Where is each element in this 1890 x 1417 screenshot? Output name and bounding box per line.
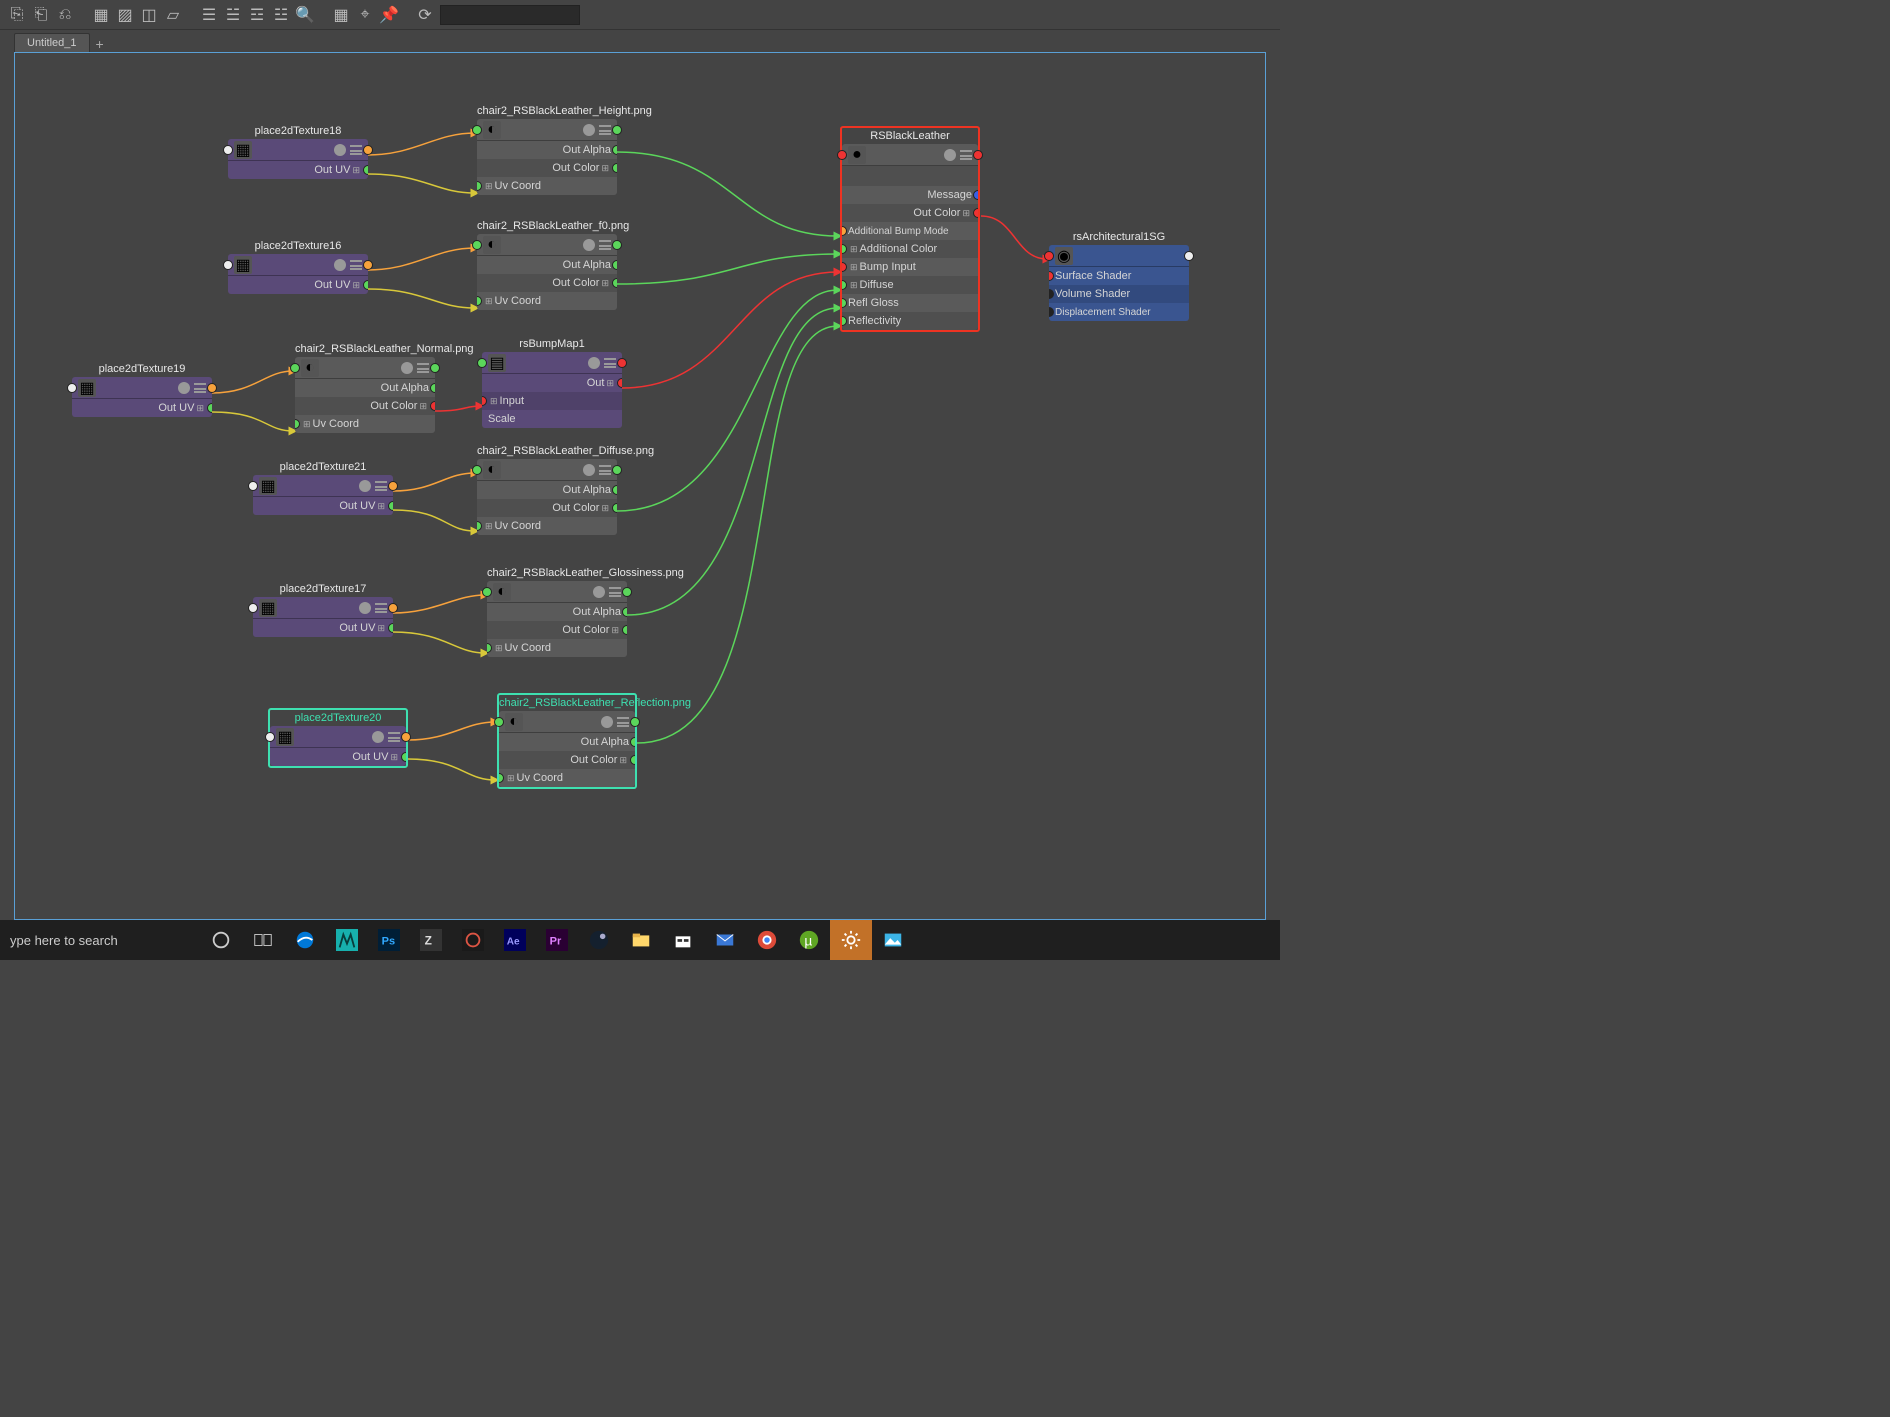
checker-icon: ▦ (234, 256, 252, 274)
node-material[interactable]: RSBlackLeather ● Message Out Color⊞ Addi… (840, 126, 980, 332)
solo-icon[interactable] (334, 144, 346, 156)
svg-text:Pr: Pr (550, 936, 562, 948)
node-file-reflection[interactable]: chair2_RSBlackLeather_Reflection.png ◐ O… (497, 693, 637, 789)
toolbar-io-icon[interactable]: ⎌ (56, 6, 74, 24)
cortana-icon[interactable] (200, 920, 242, 960)
node-place2dtexture16[interactable]: place2dTexture16 ▦ Out UV⊞ (228, 238, 368, 294)
node-place2dtexture17[interactable]: place2dTexture17 ▦ Out UV⊞ (253, 581, 393, 637)
taskview-icon[interactable] (242, 920, 284, 960)
toolbar-output-icon[interactable]: ⎗ (32, 6, 50, 24)
app-photoshop[interactable]: Ps (368, 920, 410, 960)
svg-text:Ae: Ae (507, 937, 520, 948)
app-aftereffects[interactable]: Ae (494, 920, 536, 960)
node-place2dtexture19[interactable]: place2dTexture19 ▦ Out UV⊞ (72, 361, 212, 417)
graph-canvas[interactable]: place2dTexture18 ▦ Out UV⊞ place2dTextur… (14, 52, 1266, 920)
toolbar-layout3-icon[interactable]: ☲ (248, 6, 266, 24)
node-title: chair2_RSBlackLeather_Reflection.png (499, 695, 635, 711)
node-file-normal[interactable]: chair2_RSBlackLeather_Normal.png ◐ Out A… (295, 341, 435, 433)
tab-add-button[interactable]: + (92, 36, 108, 52)
app-store[interactable] (662, 920, 704, 960)
node-title: chair2_RSBlackLeather_Height.png (477, 103, 617, 119)
toolbar-remove-icon[interactable]: ▨ (116, 6, 134, 24)
node-title: rsArchitectural1SG (1049, 229, 1189, 245)
node-bumpmap[interactable]: rsBumpMap1 ▤ Out⊞ ⊞Input Scale (482, 336, 622, 428)
tab-bar: Untitled_1 + (0, 30, 1280, 52)
toolbar-pin-icon[interactable]: 📌 (380, 6, 398, 24)
app-photos[interactable] (872, 920, 914, 960)
node-title: chair2_RSBlackLeather_Normal.png (295, 341, 435, 357)
app-explorer[interactable] (620, 920, 662, 960)
app-premiere[interactable]: Pr (536, 920, 578, 960)
node-title: place2dTexture19 (72, 361, 212, 377)
svg-text:Z: Z (425, 934, 432, 948)
checker-icon: ▦ (234, 141, 252, 159)
node-place2dtexture20[interactable]: place2dTexture20 ▦ Out UV⊞ (268, 708, 408, 768)
app-chrome[interactable] (746, 920, 788, 960)
node-title: rsBumpMap1 (482, 336, 622, 352)
windows-taskbar: ype here to search Ps Z Ae Pr µ (0, 920, 1280, 960)
node-place2dtexture18[interactable]: place2dTexture18 ▦ Out UV⊞ (228, 123, 368, 179)
toolbar-sync-icon[interactable]: ⟳ (416, 6, 434, 24)
app-substance[interactable] (452, 920, 494, 960)
toolbar: ⎘ ⎗ ⎌ ▦ ▨ ◫ ▱ ☰ ☱ ☲ ☳ 🔍 ▦ ⌖ 📌 ⟳ (0, 0, 1280, 30)
node-place2dtexture21[interactable]: place2dTexture21 ▦ Out UV⊞ (253, 459, 393, 515)
node-file-f0[interactable]: chair2_RSBlackLeather_f0.png ◐ Out Alpha… (477, 218, 617, 310)
toolbar-graph-icon[interactable]: ◫ (140, 6, 158, 24)
svg-text:Ps: Ps (382, 936, 395, 948)
app-steam[interactable] (578, 920, 620, 960)
node-title: place2dTexture21 (253, 459, 393, 475)
node-title: chair2_RSBlackLeather_Glossiness.png (487, 565, 627, 581)
node-file-diffuse[interactable]: chair2_RSBlackLeather_Diffuse.png ◐ Out … (477, 443, 617, 535)
node-file-gloss[interactable]: chair2_RSBlackLeather_Glossiness.png ◐ O… (487, 565, 627, 657)
node-shading-group[interactable]: rsArchitectural1SG ◉ Surface Shader Volu… (1049, 229, 1189, 321)
app-edge[interactable] (284, 920, 326, 960)
toolbar-grid-icon[interactable]: ▦ (332, 6, 350, 24)
app-mail[interactable] (704, 920, 746, 960)
app-utorrent[interactable]: µ (788, 920, 830, 960)
svg-text:µ: µ (804, 934, 812, 949)
node-title: place2dTexture18 (228, 123, 368, 139)
menu-icon[interactable] (350, 145, 362, 155)
toolbar-clear-icon[interactable]: ▱ (164, 6, 182, 24)
toolbar-input-icon[interactable]: ⎘ (8, 6, 26, 24)
app-settings[interactable] (830, 920, 872, 960)
node-title: place2dTexture16 (228, 238, 368, 254)
app-zbrush[interactable]: Z (410, 920, 452, 960)
node-title: place2dTexture20 (270, 710, 406, 726)
app-maya[interactable] (326, 920, 368, 960)
node-file-height[interactable]: chair2_RSBlackLeather_Height.png ◐ Out A… (477, 103, 617, 195)
toolbar-layout4-icon[interactable]: ☳ (272, 6, 290, 24)
toolbar-add-icon[interactable]: ▦ (92, 6, 110, 24)
tab-untitled[interactable]: Untitled_1 (14, 33, 90, 52)
toolbar-layout2-icon[interactable]: ☱ (224, 6, 242, 24)
toolbar-layout1-icon[interactable]: ☰ (200, 6, 218, 24)
node-title: chair2_RSBlackLeather_Diffuse.png (477, 443, 617, 459)
toolbar-zoom-icon[interactable]: 🔍 (296, 6, 314, 24)
toolbar-filter-input[interactable] (440, 5, 580, 25)
taskbar-search[interactable]: ype here to search (0, 933, 200, 948)
toolbar-snap-icon[interactable]: ⌖ (356, 6, 374, 24)
node-title: chair2_RSBlackLeather_f0.png (477, 218, 617, 234)
node-title: place2dTexture17 (253, 581, 393, 597)
node-title: RSBlackLeather (842, 128, 978, 144)
attr-out-uv[interactable]: Out UV⊞ (228, 161, 368, 179)
connection-wires (15, 53, 1265, 919)
